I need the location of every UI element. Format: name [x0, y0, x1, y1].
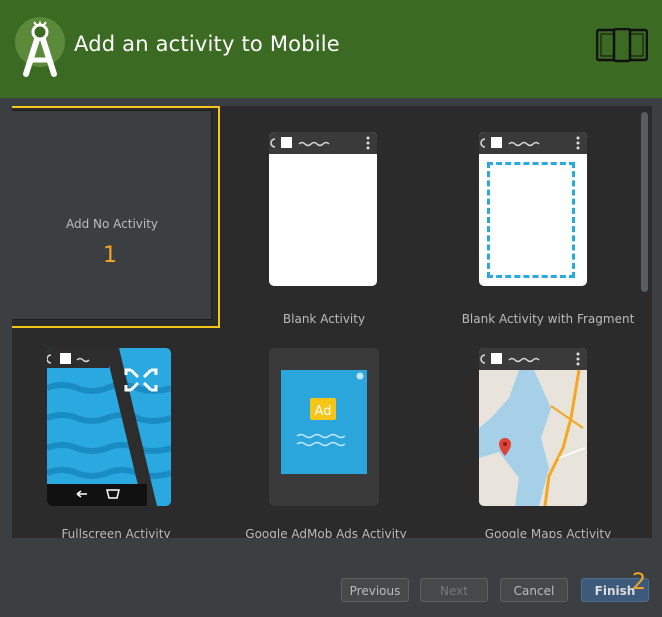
annotation-marker-2: 2	[632, 570, 646, 595]
template-maps-activity[interactable]: Google Maps Activity	[448, 344, 648, 538]
phone-tablet-icon	[596, 28, 648, 63]
template-admob-activity[interactable]: Ad Google AdMob Ads Activity	[224, 344, 424, 538]
next-button[interactable]: Next	[420, 578, 488, 602]
template-blank-activity[interactable]: Blank Activity	[224, 106, 424, 328]
gallery-scrollbar[interactable]	[638, 106, 652, 538]
cancel-button[interactable]: Cancel	[500, 578, 568, 602]
android-studio-logo-icon	[15, 17, 65, 77]
svg-text:Ad: Ad	[315, 404, 332, 419]
phone-action-bar-icon	[270, 136, 370, 150]
fragment-activity-preview	[479, 132, 587, 286]
template-fullscreen-activity[interactable]: Fullscreen Activity	[12, 344, 212, 538]
scrollbar-thumb[interactable]	[641, 112, 648, 292]
dialog-header: Add an activity to Mobile	[0, 0, 662, 98]
maps-activity-preview	[479, 348, 587, 506]
template-blank-activity-fragment[interactable]: Blank Activity with Fragment	[448, 106, 648, 328]
admob-activity-preview: Ad	[269, 348, 379, 506]
no-activity-preview: Add No Activity 1	[12, 110, 212, 320]
template-label: Blank Activity	[282, 312, 366, 326]
fragment-placeholder	[487, 162, 575, 278]
template-label: Blank Activity with Fragment	[461, 312, 635, 326]
template-add-no-activity[interactable]: Add No Activity 1	[12, 106, 220, 328]
template-label: Google AdMob Ads Activity	[245, 527, 407, 538]
annotation-marker-1: 1	[103, 243, 117, 268]
fullscreen-activity-preview	[47, 348, 171, 506]
template-label: Fullscreen Activity	[61, 527, 171, 538]
phone-action-bar-icon	[480, 136, 580, 150]
template-gallery[interactable]: Add No Activity 1 Blank Activity Blank A…	[12, 106, 652, 538]
blank-activity-preview	[269, 132, 377, 286]
dialog-title: Add an activity to Mobile	[74, 32, 340, 56]
template-label: Google Maps Activity	[484, 527, 612, 538]
template-label: Add No Activity	[65, 217, 159, 231]
previous-button[interactable]: Previous	[341, 578, 409, 602]
